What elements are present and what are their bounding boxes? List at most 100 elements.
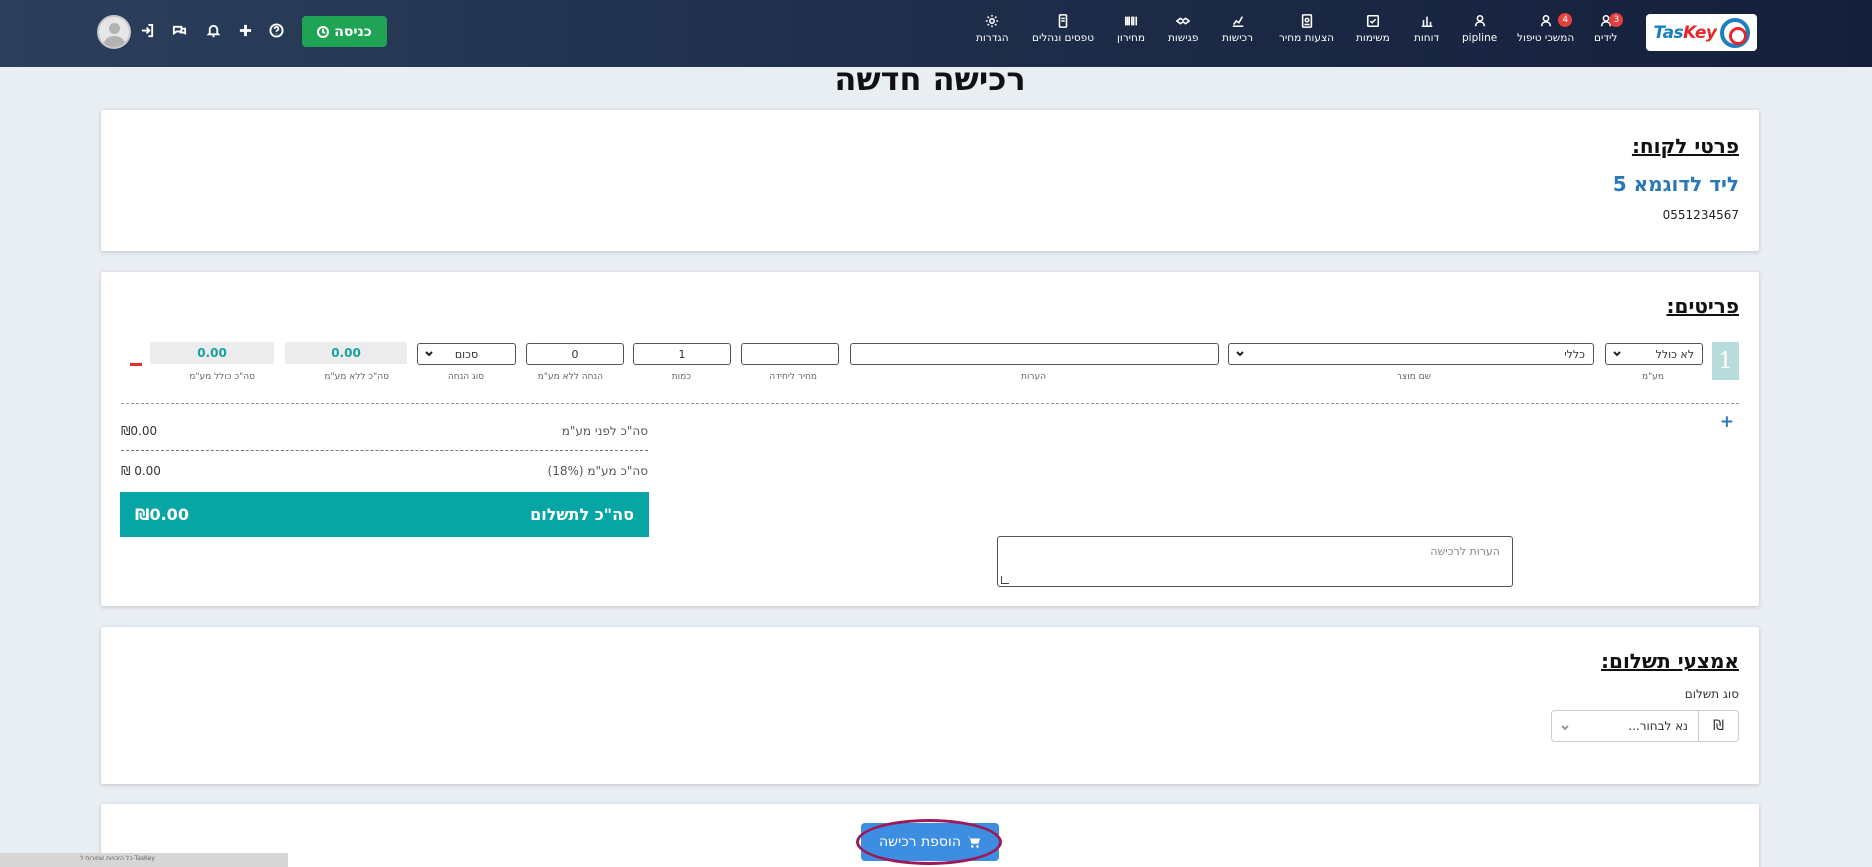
nav-item-tasks[interactable]: משימות: [1356, 14, 1390, 44]
document-icon: [1301, 14, 1312, 28]
nav-item-reports[interactable]: דוחות: [1414, 14, 1439, 44]
page-title: רכישה חדשה: [834, 60, 1026, 98]
nav-item-pricelist[interactable]: מחירון: [1117, 14, 1145, 44]
notes-label: הערות: [1021, 372, 1046, 382]
users-icon: [1474, 14, 1485, 27]
chevron-down-icon: [424, 349, 434, 359]
nav-item-pipline[interactable]: pipline: [1462, 14, 1497, 44]
nav-item-label: pipline: [1462, 32, 1498, 44]
notes-input[interactable]: [850, 343, 1219, 365]
logo-mark-icon: [1719, 17, 1750, 48]
resize-grip-icon[interactable]: [1001, 576, 1009, 584]
nav-item-label: טפסים ונהלים: [1032, 32, 1095, 44]
users-icon: [1540, 14, 1551, 27]
payment-section-title: אמצעי תשלום:: [1601, 649, 1739, 673]
product-select[interactable]: כללי: [1228, 343, 1594, 365]
discount-type-label: סוג הנחה: [447, 372, 484, 382]
notes-placeholder: הערות לרכישה: [1430, 545, 1500, 558]
total-with-vat-label: סה"כ כולל מע"מ: [189, 372, 255, 382]
before-vat-label: סה"כ לפני מע"מ: [561, 424, 648, 438]
shekel-icon: ₪: [1698, 711, 1738, 741]
barcode-icon: [1124, 16, 1138, 26]
add-row-button[interactable]: +: [1720, 412, 1734, 432]
login-icon[interactable]: [139, 22, 155, 38]
footer-strip: כל הזכויות שמורות ל-TasKey: [0, 853, 288, 867]
nav-item-label: מחירון: [1117, 32, 1145, 44]
payment-type-label: סוג תשלום: [1684, 687, 1739, 701]
taskey-logo[interactable]: TasKey: [1646, 14, 1757, 51]
discount-type-select[interactable]: סכום: [417, 343, 516, 365]
quantity-input[interactable]: 1: [633, 343, 731, 365]
chevron-down-icon: [1235, 349, 1245, 359]
nav-item-label: רכישות: [1222, 32, 1254, 44]
discount-label: הנחה ללא מע"מ: [537, 372, 603, 382]
nav-item-settings[interactable]: הגדרות: [976, 14, 1009, 44]
nav-item-forms[interactable]: טפסים ונהלים: [1032, 14, 1094, 44]
payment-card: אמצעי תשלום: סוג תשלום ₪ נא לבחור...: [101, 627, 1759, 784]
customer-card: פרטי לקוח: ליד לדוגמא 5 0551234567: [101, 110, 1759, 251]
discount-input[interactable]: 0: [526, 343, 624, 365]
trend-icon: [1232, 16, 1243, 28]
handshake-icon: [1176, 17, 1191, 25]
grand-total-amount: ₪0.00: [135, 505, 189, 524]
nav-item-label: לידים: [1594, 32, 1618, 44]
chart-icon: [1421, 16, 1432, 28]
top-navbar: TasKey לידים 3 המשכי טיפול 4 pipline דוח…: [0, 0, 1872, 67]
payment-type-select[interactable]: ₪ נא לבחור...: [1551, 710, 1739, 742]
vat-select[interactable]: לא כולל: [1605, 343, 1703, 365]
items-card: פריטים: 1 לא כולל מע"מ כללי שם מוצר הערו…: [101, 272, 1759, 606]
gear-icon: [986, 14, 999, 28]
customer-phone: 0551234567: [1662, 208, 1739, 222]
logo-text: TasKey: [1653, 22, 1717, 43]
chevron-down-icon: [1560, 722, 1570, 736]
purchase-notes-textarea[interactable]: הערות לרכישה: [997, 536, 1513, 587]
vat-total-amount: ₪ 0.00: [121, 464, 161, 478]
leads-count-badge: 3: [1609, 13, 1624, 27]
total-no-vat-field: 0.00: [285, 342, 407, 364]
total-no-vat-label: סה"כ ללא מע"מ: [324, 372, 389, 382]
payment-select-value: נא לבחור...: [1628, 719, 1688, 733]
clock-in-label: כניסה: [334, 23, 372, 40]
items-divider: [121, 403, 1739, 404]
form-icon: [1058, 14, 1068, 28]
user-avatar[interactable]: [97, 15, 131, 49]
plus-icon[interactable]: [237, 22, 253, 38]
chat-icon[interactable]: [171, 22, 187, 38]
summary-divider: [121, 450, 648, 451]
row-number: 1: [1712, 342, 1739, 380]
unit-price-input[interactable]: [741, 343, 839, 365]
quantity-label: כמות: [671, 372, 691, 382]
nav-item-quotes[interactable]: הצעות מחיר: [1279, 14, 1334, 44]
grand-total-label: סה"כ לתשלום: [530, 505, 634, 524]
bell-icon[interactable]: [205, 22, 221, 38]
nav-item-label: דוחות: [1414, 32, 1440, 44]
nav-item-followups[interactable]: המשכי טיפול 4: [1517, 13, 1575, 44]
check-icon: [1366, 14, 1379, 28]
clock-icon: [317, 25, 330, 38]
unit-price-label: מחיר ליחידה: [769, 372, 817, 382]
highlight-circle: [856, 819, 1002, 865]
nav-item-label: פגישות: [1168, 32, 1199, 44]
summary-before-vat-row: סה"כ לפני מע"מ ₪0.00: [121, 424, 648, 438]
nav-item-label: הגדרות: [976, 32, 1009, 44]
clock-in-button[interactable]: כניסה: [302, 16, 387, 47]
customer-name-link[interactable]: ליד לדוגמא 5: [1613, 172, 1739, 196]
vat-total-label: סה"כ מע"מ (18%): [547, 464, 649, 478]
grand-total-bar: סה"כ לתשלום ₪0.00: [120, 492, 649, 537]
chevron-down-icon: [1612, 349, 1622, 359]
nav-item-leads[interactable]: לידים 3: [1594, 13, 1624, 44]
nav-item-meetings[interactable]: פגישות: [1168, 14, 1198, 44]
nav-item-label: משימות: [1356, 32, 1390, 44]
help-icon[interactable]: [268, 22, 284, 38]
remove-row-button[interactable]: [130, 363, 142, 366]
summary-vat-row: סה"כ מע"מ (18%) ₪ 0.00: [121, 464, 648, 478]
items-section-title: פריטים:: [1666, 294, 1739, 318]
nav-item-label: הצעות מחיר: [1279, 32, 1335, 44]
nav-item-purchases[interactable]: רכישות: [1222, 14, 1253, 44]
followups-count-badge: 4: [1558, 13, 1573, 27]
before-vat-amount: ₪0.00: [121, 424, 158, 438]
product-label: שם מוצר: [1396, 372, 1431, 382]
vat-label: מע"מ: [1642, 372, 1664, 382]
customer-section-title: פרטי לקוח:: [1631, 134, 1739, 158]
nav-item-label: המשכי טיפול: [1517, 32, 1575, 44]
